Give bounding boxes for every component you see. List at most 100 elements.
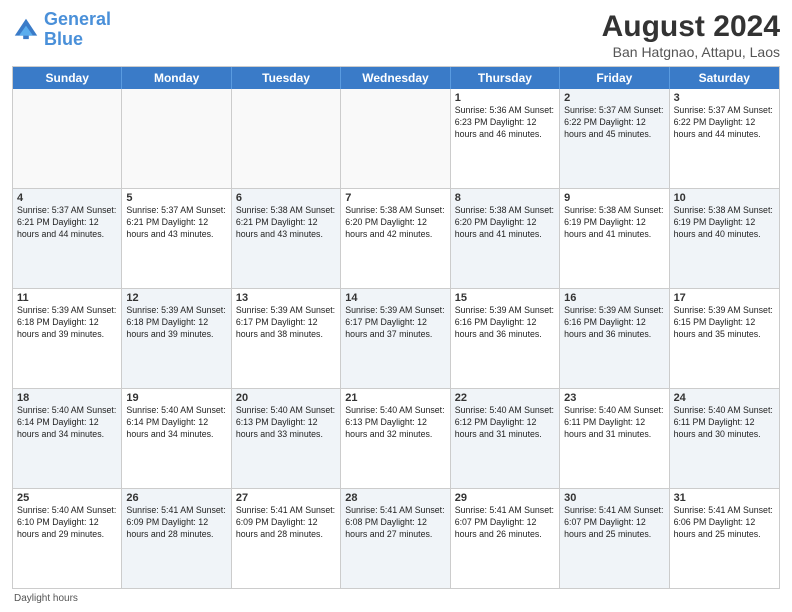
day-info: Sunrise: 5:41 AM Sunset: 6:09 PM Dayligh… [126, 505, 226, 541]
calendar: SundayMondayTuesdayWednesdayThursdayFrid… [12, 66, 780, 589]
day-info: Sunrise: 5:39 AM Sunset: 6:17 PM Dayligh… [345, 305, 445, 341]
day-cell: 29Sunrise: 5:41 AM Sunset: 6:07 PM Dayli… [451, 489, 560, 588]
day-cell [122, 89, 231, 188]
day-number: 4 [17, 192, 117, 204]
day-info: Sunrise: 5:38 AM Sunset: 6:21 PM Dayligh… [236, 205, 336, 241]
day-cell: 7Sunrise: 5:38 AM Sunset: 6:20 PM Daylig… [341, 189, 450, 288]
day-info: Sunrise: 5:38 AM Sunset: 6:20 PM Dayligh… [455, 205, 555, 241]
day-cell: 16Sunrise: 5:39 AM Sunset: 6:16 PM Dayli… [560, 289, 669, 388]
day-number: 30 [564, 492, 664, 504]
day-header: Wednesday [341, 67, 450, 89]
day-cell: 4Sunrise: 5:37 AM Sunset: 6:21 PM Daylig… [13, 189, 122, 288]
day-cell: 21Sunrise: 5:40 AM Sunset: 6:13 PM Dayli… [341, 389, 450, 488]
day-info: Sunrise: 5:41 AM Sunset: 6:07 PM Dayligh… [455, 505, 555, 541]
day-info: Sunrise: 5:40 AM Sunset: 6:13 PM Dayligh… [236, 405, 336, 441]
day-cell: 17Sunrise: 5:39 AM Sunset: 6:15 PM Dayli… [670, 289, 779, 388]
day-number: 23 [564, 392, 664, 404]
day-number: 27 [236, 492, 336, 504]
day-number: 1 [455, 92, 555, 104]
logo-general: General [44, 9, 111, 29]
day-info: Sunrise: 5:38 AM Sunset: 6:19 PM Dayligh… [564, 205, 664, 241]
day-cell: 18Sunrise: 5:40 AM Sunset: 6:14 PM Dayli… [13, 389, 122, 488]
day-info: Sunrise: 5:40 AM Sunset: 6:14 PM Dayligh… [17, 405, 117, 441]
day-cell: 28Sunrise: 5:41 AM Sunset: 6:08 PM Dayli… [341, 489, 450, 588]
week-row: 1Sunrise: 5:36 AM Sunset: 6:23 PM Daylig… [13, 89, 779, 188]
day-cell: 1Sunrise: 5:36 AM Sunset: 6:23 PM Daylig… [451, 89, 560, 188]
day-header: Friday [560, 67, 669, 89]
day-number: 31 [674, 492, 775, 504]
day-number: 10 [674, 192, 775, 204]
day-cell [13, 89, 122, 188]
day-info: Sunrise: 5:40 AM Sunset: 6:10 PM Dayligh… [17, 505, 117, 541]
day-cell: 11Sunrise: 5:39 AM Sunset: 6:18 PM Dayli… [13, 289, 122, 388]
day-number: 7 [345, 192, 445, 204]
day-number: 16 [564, 292, 664, 304]
day-info: Sunrise: 5:40 AM Sunset: 6:11 PM Dayligh… [674, 405, 775, 441]
day-number: 14 [345, 292, 445, 304]
day-cell: 14Sunrise: 5:39 AM Sunset: 6:17 PM Dayli… [341, 289, 450, 388]
day-info: Sunrise: 5:37 AM Sunset: 6:21 PM Dayligh… [126, 205, 226, 241]
day-info: Sunrise: 5:39 AM Sunset: 6:18 PM Dayligh… [126, 305, 226, 341]
day-number: 3 [674, 92, 775, 104]
day-number: 21 [345, 392, 445, 404]
footer-note: Daylight hours [12, 593, 780, 604]
day-cell [341, 89, 450, 188]
day-cell: 20Sunrise: 5:40 AM Sunset: 6:13 PM Dayli… [232, 389, 341, 488]
title-block: August 2024 Ban Hatgnao, Attapu, Laos [602, 10, 780, 60]
day-number: 2 [564, 92, 664, 104]
day-number: 19 [126, 392, 226, 404]
day-cell: 27Sunrise: 5:41 AM Sunset: 6:09 PM Dayli… [232, 489, 341, 588]
day-cell: 15Sunrise: 5:39 AM Sunset: 6:16 PM Dayli… [451, 289, 560, 388]
day-cell: 9Sunrise: 5:38 AM Sunset: 6:19 PM Daylig… [560, 189, 669, 288]
day-number: 29 [455, 492, 555, 504]
day-info: Sunrise: 5:39 AM Sunset: 6:17 PM Dayligh… [236, 305, 336, 341]
day-number: 26 [126, 492, 226, 504]
day-info: Sunrise: 5:37 AM Sunset: 6:22 PM Dayligh… [674, 105, 775, 141]
day-number: 18 [17, 392, 117, 404]
day-info: Sunrise: 5:40 AM Sunset: 6:13 PM Dayligh… [345, 405, 445, 441]
day-info: Sunrise: 5:40 AM Sunset: 6:12 PM Dayligh… [455, 405, 555, 441]
day-headers: SundayMondayTuesdayWednesdayThursdayFrid… [13, 67, 779, 89]
day-info: Sunrise: 5:40 AM Sunset: 6:14 PM Dayligh… [126, 405, 226, 441]
location-title: Ban Hatgnao, Attapu, Laos [602, 44, 780, 60]
day-info: Sunrise: 5:37 AM Sunset: 6:22 PM Dayligh… [564, 105, 664, 141]
day-number: 12 [126, 292, 226, 304]
day-cell: 19Sunrise: 5:40 AM Sunset: 6:14 PM Dayli… [122, 389, 231, 488]
day-number: 15 [455, 292, 555, 304]
day-info: Sunrise: 5:41 AM Sunset: 6:09 PM Dayligh… [236, 505, 336, 541]
day-cell: 5Sunrise: 5:37 AM Sunset: 6:21 PM Daylig… [122, 189, 231, 288]
page: General Blue August 2024 Ban Hatgnao, At… [0, 0, 792, 612]
day-header: Saturday [670, 67, 779, 89]
day-cell: 30Sunrise: 5:41 AM Sunset: 6:07 PM Dayli… [560, 489, 669, 588]
day-header: Sunday [13, 67, 122, 89]
day-info: Sunrise: 5:41 AM Sunset: 6:08 PM Dayligh… [345, 505, 445, 541]
day-info: Sunrise: 5:39 AM Sunset: 6:15 PM Dayligh… [674, 305, 775, 341]
day-info: Sunrise: 5:39 AM Sunset: 6:18 PM Dayligh… [17, 305, 117, 341]
day-cell: 24Sunrise: 5:40 AM Sunset: 6:11 PM Dayli… [670, 389, 779, 488]
day-info: Sunrise: 5:40 AM Sunset: 6:11 PM Dayligh… [564, 405, 664, 441]
day-number: 17 [674, 292, 775, 304]
day-header: Tuesday [232, 67, 341, 89]
day-cell: 2Sunrise: 5:37 AM Sunset: 6:22 PM Daylig… [560, 89, 669, 188]
day-number: 11 [17, 292, 117, 304]
day-info: Sunrise: 5:38 AM Sunset: 6:20 PM Dayligh… [345, 205, 445, 241]
month-title: August 2024 [602, 10, 780, 44]
day-info: Sunrise: 5:39 AM Sunset: 6:16 PM Dayligh… [455, 305, 555, 341]
day-info: Sunrise: 5:36 AM Sunset: 6:23 PM Dayligh… [455, 105, 555, 141]
logo-blue: Blue [44, 29, 83, 49]
day-cell: 6Sunrise: 5:38 AM Sunset: 6:21 PM Daylig… [232, 189, 341, 288]
day-cell: 25Sunrise: 5:40 AM Sunset: 6:10 PM Dayli… [13, 489, 122, 588]
header: General Blue August 2024 Ban Hatgnao, At… [12, 10, 780, 60]
day-cell: 23Sunrise: 5:40 AM Sunset: 6:11 PM Dayli… [560, 389, 669, 488]
day-cell: 26Sunrise: 5:41 AM Sunset: 6:09 PM Dayli… [122, 489, 231, 588]
day-cell: 12Sunrise: 5:39 AM Sunset: 6:18 PM Dayli… [122, 289, 231, 388]
day-info: Sunrise: 5:37 AM Sunset: 6:21 PM Dayligh… [17, 205, 117, 241]
day-info: Sunrise: 5:38 AM Sunset: 6:19 PM Dayligh… [674, 205, 775, 241]
day-cell: 22Sunrise: 5:40 AM Sunset: 6:12 PM Dayli… [451, 389, 560, 488]
day-number: 5 [126, 192, 226, 204]
week-row: 11Sunrise: 5:39 AM Sunset: 6:18 PM Dayli… [13, 288, 779, 388]
day-number: 8 [455, 192, 555, 204]
day-cell: 31Sunrise: 5:41 AM Sunset: 6:06 PM Dayli… [670, 489, 779, 588]
day-info: Sunrise: 5:41 AM Sunset: 6:06 PM Dayligh… [674, 505, 775, 541]
day-cell: 3Sunrise: 5:37 AM Sunset: 6:22 PM Daylig… [670, 89, 779, 188]
